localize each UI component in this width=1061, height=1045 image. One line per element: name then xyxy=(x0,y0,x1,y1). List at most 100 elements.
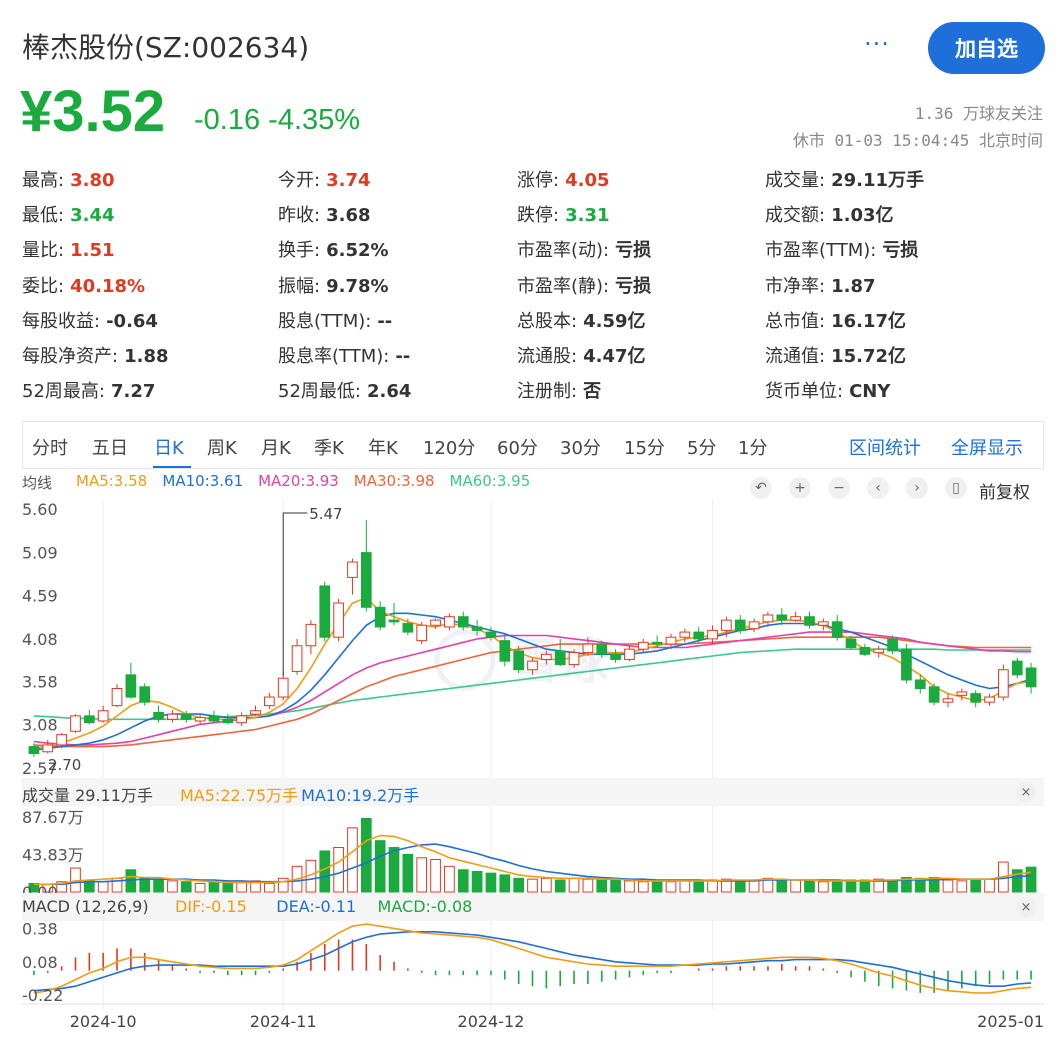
candle-body xyxy=(28,746,40,754)
candle-body xyxy=(914,679,926,690)
legend-item: MA5:22.75万手 xyxy=(180,786,299,805)
candle-body xyxy=(1011,660,1023,676)
candle-body xyxy=(360,552,372,608)
candle-body xyxy=(70,715,81,732)
candle-body xyxy=(956,691,968,696)
macd-tick-label: 0.08 xyxy=(22,953,58,972)
candle-body xyxy=(56,734,67,746)
candle-body xyxy=(637,641,649,650)
price-tick-label: 3.08 xyxy=(22,715,58,734)
x-tick-label: 2024-12 xyxy=(458,1012,525,1031)
legend-item: DIF:-0.15 xyxy=(175,897,247,916)
volume-bar xyxy=(444,865,455,893)
x-tick-label: 2024-10 xyxy=(70,1012,137,1031)
volume-bar xyxy=(679,879,691,893)
candle-body xyxy=(970,693,982,703)
candle-body xyxy=(873,648,885,654)
volume-ma10-line xyxy=(33,843,1032,886)
volume-bar xyxy=(457,869,469,893)
candle-body xyxy=(762,614,774,623)
legend-item: MACD:-0.08 xyxy=(377,897,473,916)
candle-body xyxy=(859,646,871,655)
volume-bar xyxy=(208,882,220,893)
volume-bar xyxy=(139,877,151,893)
candle-body xyxy=(748,621,760,630)
candle-body xyxy=(250,710,261,715)
candle-body xyxy=(984,696,995,703)
volume-bar xyxy=(859,879,871,893)
close-macd-icon[interactable]: × xyxy=(1016,897,1036,917)
candle-body xyxy=(804,616,815,626)
volume-bar xyxy=(360,817,372,893)
x-tick-label: 2025-01 xyxy=(977,1012,1044,1031)
x-tick-label: 2024-11 xyxy=(250,1012,317,1031)
candle-body xyxy=(776,614,788,621)
candle-body xyxy=(416,624,428,642)
candle-body xyxy=(596,643,608,655)
volume-bar xyxy=(194,882,206,893)
candle-body xyxy=(790,616,801,621)
candle-body xyxy=(887,638,898,652)
volume-legend-band xyxy=(22,778,1044,806)
volume-bar xyxy=(817,881,829,893)
candle-body xyxy=(97,710,109,722)
candle-body xyxy=(347,561,358,578)
volume-bar xyxy=(790,879,801,893)
volume-bar xyxy=(734,880,746,893)
candle-body xyxy=(236,715,248,724)
candle-body xyxy=(167,713,178,720)
candle-body xyxy=(277,677,289,698)
min-price-label: 2.70 xyxy=(48,756,81,774)
candle-body xyxy=(499,640,511,662)
candle-body xyxy=(42,744,54,753)
close-volume-icon[interactable]: × xyxy=(1016,782,1036,802)
candle-body xyxy=(444,616,455,628)
candle-body xyxy=(1025,667,1037,688)
candle-body xyxy=(264,696,275,707)
candle-body xyxy=(485,631,497,638)
candle-body xyxy=(333,602,344,638)
candle-body xyxy=(430,619,441,626)
volume-bar xyxy=(624,880,635,893)
volume-bar xyxy=(956,880,968,893)
candle-body xyxy=(901,648,912,681)
volume-bar xyxy=(485,872,497,893)
max-price-label: 5.47 xyxy=(309,505,342,523)
price-tick-label: 5.60 xyxy=(22,500,58,519)
volume-bar xyxy=(554,879,566,893)
volume-bar xyxy=(513,877,524,893)
volume-bar xyxy=(665,881,677,893)
volume-bar xyxy=(388,847,400,893)
candle-body xyxy=(665,636,677,645)
volume-bar xyxy=(1025,866,1037,893)
candle-body xyxy=(208,715,220,722)
volume-bar xyxy=(97,881,109,893)
candle-body xyxy=(513,650,524,671)
volume-bar xyxy=(333,847,344,893)
volume-bar xyxy=(416,857,428,893)
candle-body xyxy=(624,648,635,660)
volume-bar xyxy=(167,880,178,893)
candle-body xyxy=(928,686,940,703)
candle-body xyxy=(291,645,303,672)
candle-body xyxy=(693,631,705,640)
volume-bar xyxy=(637,881,649,893)
volume-bar xyxy=(402,853,414,893)
kline-chart[interactable]: 雪球5.605.094.594.083.583.082.575.472.7087… xyxy=(0,0,1061,1045)
volume-bar xyxy=(831,881,843,893)
watermark-icon xyxy=(434,629,496,691)
candle-body xyxy=(568,652,580,666)
volume-bar xyxy=(582,878,594,893)
candle-body xyxy=(388,619,400,623)
volume-bar xyxy=(430,858,441,893)
candle-body xyxy=(831,621,843,638)
candle-body xyxy=(998,669,1009,698)
volume-bar xyxy=(804,880,815,893)
candle-body xyxy=(402,623,414,633)
volume-bar xyxy=(527,878,538,893)
candle-body xyxy=(721,619,732,631)
candle-body xyxy=(541,653,552,660)
candle-body xyxy=(679,631,691,638)
volume-bar xyxy=(748,879,760,893)
candle-body xyxy=(707,629,718,640)
